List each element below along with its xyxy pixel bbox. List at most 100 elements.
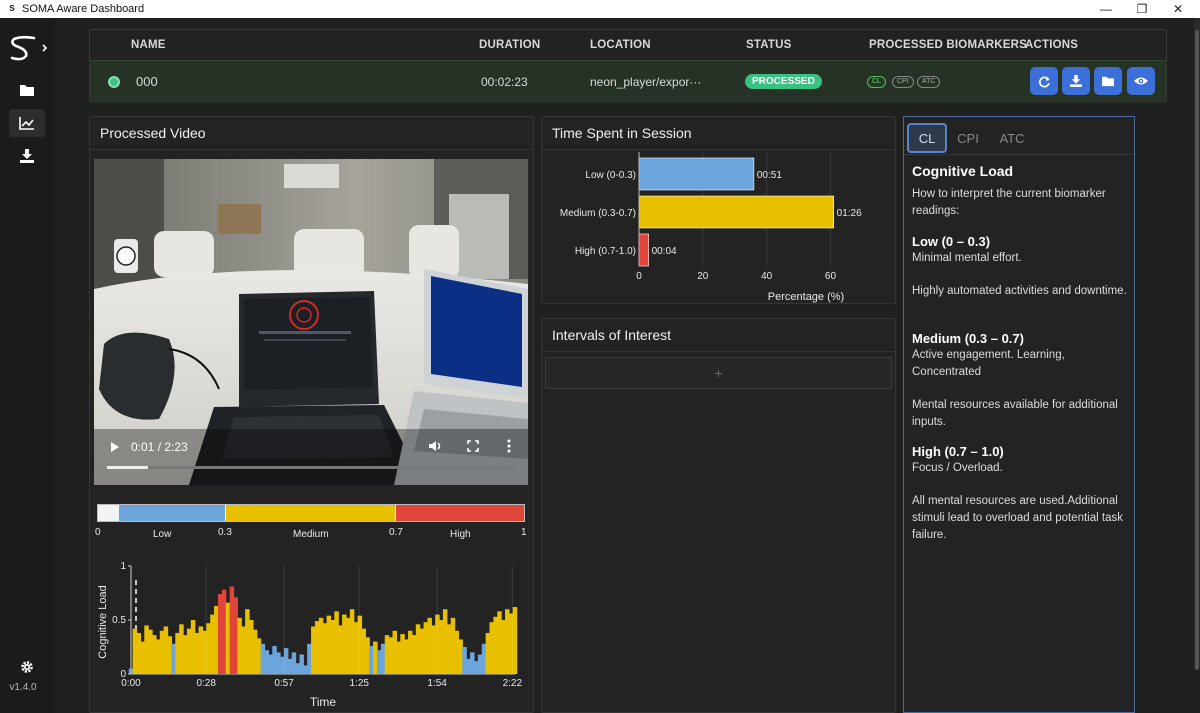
cl-value-bar <box>458 639 463 674</box>
cl-value-bar <box>144 625 149 674</box>
video-seek-bar[interactable] <box>107 466 515 469</box>
cl-value-bar <box>473 661 479 674</box>
cl-value-bar <box>408 630 413 674</box>
x-tick-label: 2:22 <box>503 678 523 689</box>
y-tick-label: 0.5 <box>112 615 126 626</box>
column-header-status[interactable]: STATUS <box>746 39 792 51</box>
biomarker-chip-atc: ATC <box>917 76 941 88</box>
settings-button[interactable] <box>9 653 45 681</box>
cl-value-bar <box>225 602 231 674</box>
cl-value-bar <box>493 616 498 674</box>
minimize-button[interactable]: — <box>1088 0 1124 18</box>
volume-icon[interactable] <box>428 439 442 453</box>
cl-value-bar <box>419 628 425 674</box>
play-icon[interactable] <box>111 442 119 452</box>
close-button[interactable]: ✕ <box>1160 0 1196 18</box>
reprocess-button[interactable] <box>1030 67 1058 95</box>
tab-cl[interactable]: CL <box>907 123 947 153</box>
cognitive-load-timeline-chart[interactable]: Cognitive Load Time 00.510:00 0:28 0:57 1:2… <box>94 556 530 713</box>
cl-value-bar <box>183 635 188 674</box>
cl-value-bar <box>365 637 370 674</box>
cl-value-bar <box>198 626 204 674</box>
panel-title: Intervals of Interest <box>552 327 672 343</box>
info-low-heading: Low (0 – 0.3) <box>912 234 991 249</box>
window-scrollbar-thumb[interactable] <box>1195 30 1199 670</box>
scale-segment-low <box>119 505 226 521</box>
sidebar-dashboard-button[interactable] <box>9 109 45 137</box>
x-tick-label: 1:25 <box>350 678 370 689</box>
scale-band-medium: Medium <box>293 529 329 540</box>
cl-value-bar <box>229 586 235 674</box>
panel-title: Processed Video <box>100 125 206 141</box>
tab-atc[interactable]: ATC <box>992 123 1032 153</box>
category-label: Low (0-0.3) <box>585 170 636 181</box>
cl-value-bar <box>423 622 429 674</box>
cl-value-bar <box>380 643 386 674</box>
refresh-icon <box>1038 75 1050 87</box>
window-title: SOMA Aware Dashboard <box>22 3 145 15</box>
bar-data-label: 01:26 <box>837 208 862 219</box>
biomarker-info-panel: CL CPI ATC Cognitive Load How to interpr… <box>903 116 1135 713</box>
cl-value-bar <box>206 623 211 674</box>
cl-value-bar <box>338 625 343 674</box>
cl-value-bar <box>466 658 471 674</box>
cl-value-bar <box>214 605 219 674</box>
column-header-duration[interactable]: DURATION <box>479 39 540 51</box>
chart-line-icon <box>19 117 34 130</box>
soma-logo[interactable] <box>8 34 48 62</box>
cl-value-bar <box>264 650 269 674</box>
add-interval-button[interactable]: + <box>545 357 892 389</box>
sidebar-open-folder-button[interactable] <box>9 76 45 104</box>
scale-segment-high <box>396 505 524 521</box>
sidebar-download-button[interactable] <box>9 142 45 170</box>
table-row[interactable]: 000 00:02:23 neon_player/expor··· PROCES… <box>90 60 1166 103</box>
cl-value-bar <box>439 620 444 674</box>
cl-value-bar <box>256 638 262 674</box>
x-axis-label: Time <box>310 695 337 709</box>
x-tick-label: 0:00 <box>121 678 141 689</box>
cl-value-bar <box>314 621 320 674</box>
view-button[interactable] <box>1127 67 1155 95</box>
cl-value-bar <box>446 624 452 674</box>
cl-value-bar <box>384 635 390 674</box>
column-header-name[interactable]: NAME <box>131 39 166 51</box>
maximize-button[interactable]: ❐ <box>1124 0 1160 18</box>
tab-cpi[interactable]: CPI <box>949 123 987 153</box>
open-folder-button[interactable] <box>1094 67 1122 95</box>
cl-value-bar <box>388 637 394 674</box>
row-select-radio[interactable] <box>108 76 120 88</box>
x-tick-label: 40 <box>761 271 773 282</box>
app-version: v1.4.0 <box>9 682 37 693</box>
cl-value-bar <box>175 632 180 674</box>
cl-value-bar <box>357 615 363 674</box>
cl-value-bar <box>167 636 173 674</box>
cl-value-bar <box>152 635 157 674</box>
column-header-actions: ACTIONS <box>1025 39 1079 51</box>
cl-value-bar <box>342 614 347 674</box>
cl-value-bar <box>245 609 250 674</box>
download-row-button[interactable] <box>1062 67 1090 95</box>
app-logo-icon: S <box>9 4 15 13</box>
video-player[interactable]: 0:01 / 2:23 <box>94 159 528 485</box>
cl-value-bar <box>136 632 141 674</box>
recording-name: 000 <box>136 74 158 89</box>
download-icon <box>20 149 34 163</box>
fullscreen-icon[interactable] <box>467 440 479 452</box>
cl-value-bar <box>369 645 374 674</box>
bar-data-label: 00:04 <box>652 246 677 257</box>
biomarker-chip-cl: CL <box>867 76 886 88</box>
cl-value-bar <box>283 648 289 674</box>
cl-value-bar <box>148 629 153 674</box>
cognitive-load-scale <box>97 504 525 522</box>
category-label: Medium (0.3-0.7) <box>560 208 636 219</box>
scale-band-high: High <box>450 529 471 540</box>
cl-value-bar <box>462 647 467 674</box>
column-header-location[interactable]: LOCATION <box>590 39 651 51</box>
more-options-icon[interactable] <box>506 439 512 453</box>
x-tick-label: 20 <box>697 271 709 282</box>
cl-value-bar <box>252 629 258 674</box>
download-icon <box>1070 75 1082 87</box>
cl-value-bar <box>318 617 324 674</box>
category-label: High (0.7-1.0) <box>575 246 636 257</box>
cl-value-bar <box>140 641 145 674</box>
